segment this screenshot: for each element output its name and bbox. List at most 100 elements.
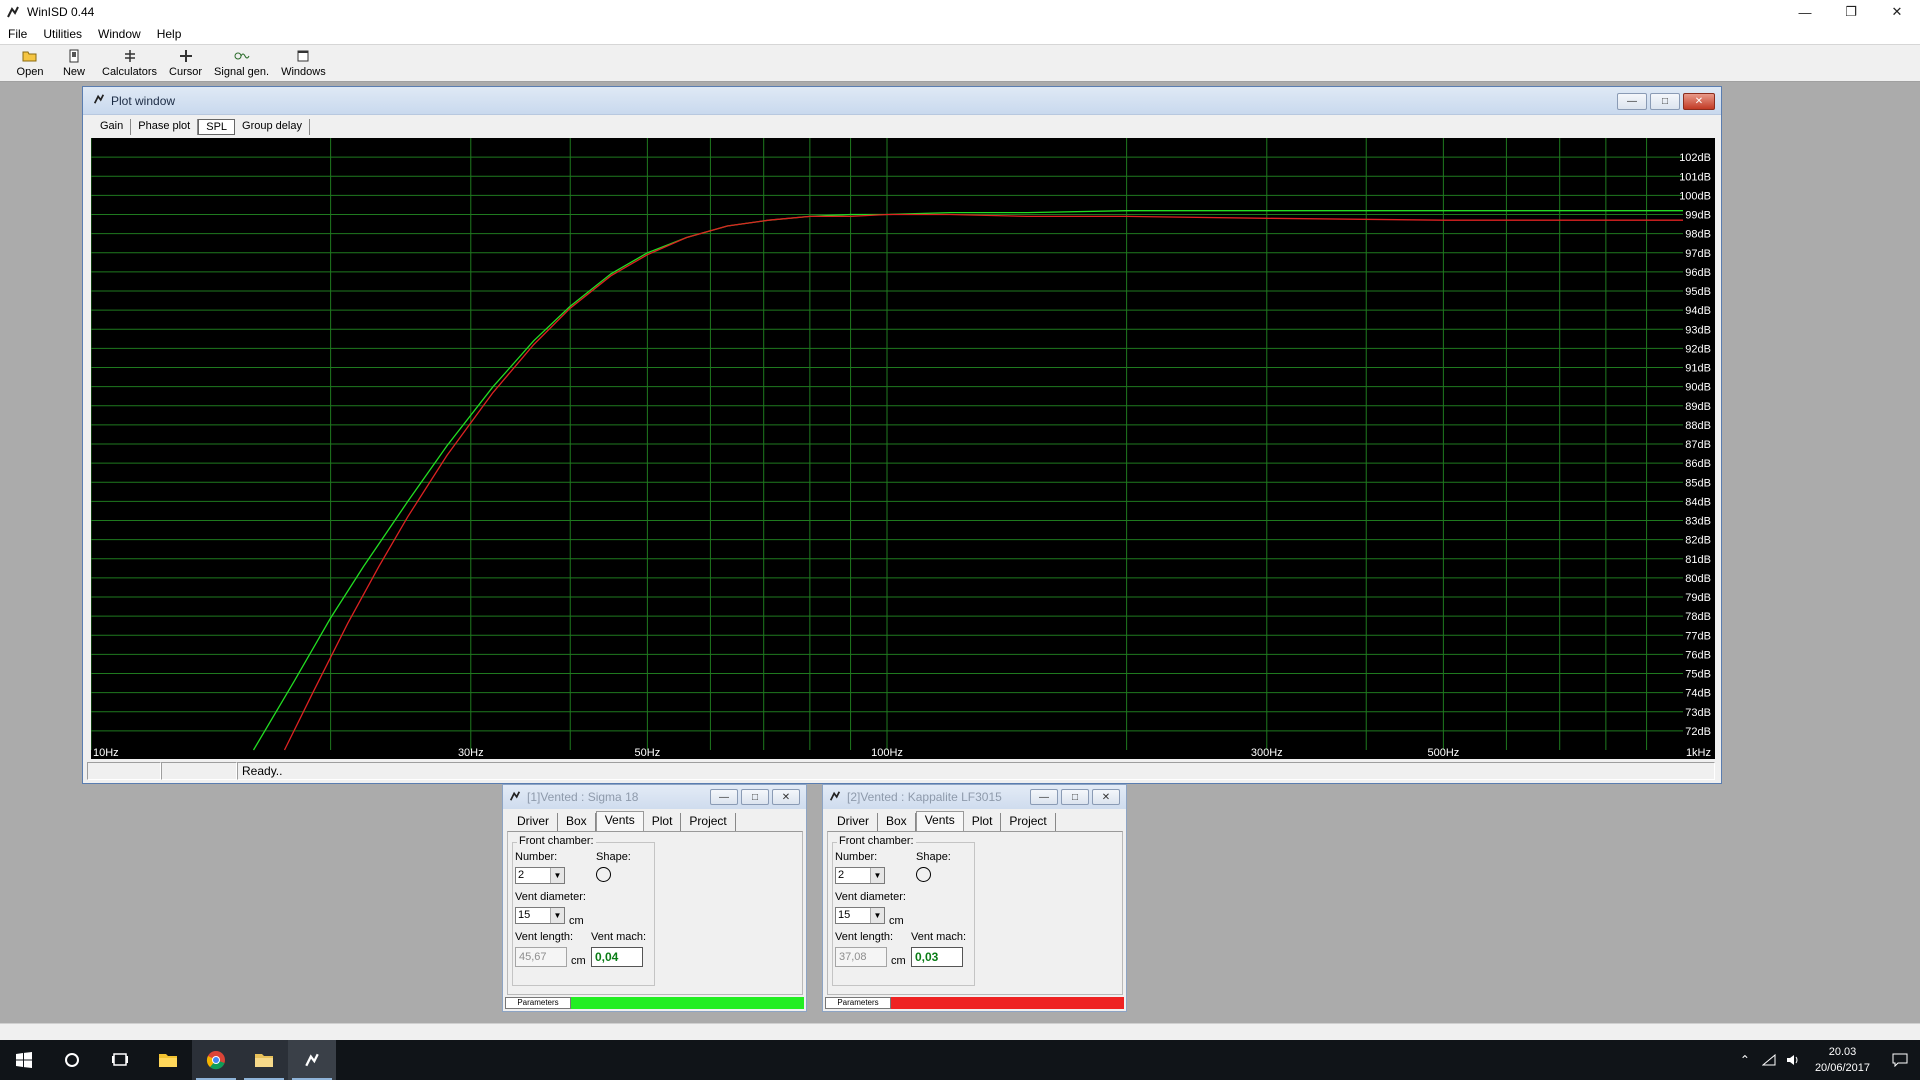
vent-mach-field: 0,03 (911, 947, 963, 967)
windows-start-icon[interactable] (0, 1040, 48, 1080)
box-window-1-titlebar[interactable]: [1]Vented : Sigma 18 — □ ✕ (503, 785, 806, 809)
task-view-icon[interactable] (96, 1040, 144, 1080)
winisd-window-icon (509, 790, 521, 805)
front-chamber-group: Front chamber: Number: 2 ▼ Shape: Vent d… (832, 835, 975, 986)
y-tick-label: 102dB (1679, 152, 1711, 164)
tab-plot[interactable]: Plot (964, 813, 1002, 831)
vent-diameter-select[interactable]: 15 ▼ (835, 907, 885, 924)
x-tick-label: 30Hz (458, 747, 484, 759)
tab-driver[interactable]: Driver (829, 813, 878, 831)
chrome-icon[interactable] (192, 1040, 240, 1080)
y-tick-label: 98dB (1685, 229, 1711, 241)
close-icon[interactable]: ✕ (1683, 93, 1715, 110)
chevron-up-icon[interactable]: ⌃ (1733, 1053, 1757, 1067)
network-icon[interactable] (1757, 1054, 1781, 1066)
number-value: 2 (838, 869, 845, 881)
shape-label: Shape: (916, 851, 951, 863)
chevron-down-icon[interactable]: ▼ (550, 868, 564, 883)
windows-button[interactable]: Windows (275, 45, 332, 78)
chevron-down-icon[interactable]: ▼ (550, 908, 564, 923)
box-window-2-titlebar[interactable]: [2]Vented : Kappalite LF3015 — □ ✕ (823, 785, 1126, 809)
tab-vents[interactable]: Vents (915, 811, 964, 831)
minimize-icon[interactable]: — (1617, 93, 1647, 110)
maximize-icon[interactable]: □ (1650, 93, 1680, 110)
app-statusbar (0, 1023, 1920, 1041)
vent-mach-label: Vent mach: (911, 931, 967, 943)
y-tick-label: 78dB (1685, 611, 1711, 623)
menu-window[interactable]: Window (90, 27, 149, 41)
box-window-1: [1]Vented : Sigma 18 — □ ✕ Driver Box Ve… (502, 784, 807, 1012)
restore-icon[interactable]: ❐ (1828, 0, 1874, 24)
system-tray: ⌃ 20.03 20/06/2017 (1733, 1040, 1920, 1080)
search-circle-icon[interactable] (48, 1040, 96, 1080)
open-button[interactable]: Open (8, 45, 52, 78)
spl-curve-green (252, 210, 1683, 751)
number-select[interactable]: 2 ▼ (515, 867, 565, 884)
signal-gen-label: Signal gen. (214, 66, 270, 78)
number-value: 2 (518, 869, 525, 881)
tab-gain[interactable]: Gain (93, 119, 132, 135)
plot-window-titlebar[interactable]: Plot window — □ ✕ (83, 87, 1721, 115)
circle-shape-icon[interactable] (596, 867, 611, 882)
status-cell-2 (161, 762, 237, 780)
tab-group-delay[interactable]: Group delay (235, 119, 310, 135)
winisd-icon[interactable] (288, 1040, 336, 1080)
close-icon[interactable]: ✕ (772, 789, 800, 805)
y-tick-label: 97dB (1685, 248, 1711, 260)
y-tick-label: 81dB (1685, 554, 1711, 566)
status-cell-1 (87, 762, 161, 780)
tab-plot[interactable]: Plot (644, 813, 682, 831)
number-select[interactable]: 2 ▼ (835, 867, 885, 884)
tab-project[interactable]: Project (681, 813, 736, 831)
maximize-icon[interactable]: □ (741, 789, 769, 805)
minimize-icon[interactable]: — (710, 789, 738, 805)
notification-icon[interactable] (1880, 1053, 1920, 1067)
clock-date: 20/06/2017 (1814, 1062, 1870, 1074)
signal-gen-button[interactable]: Signal gen. (208, 45, 275, 78)
y-tick-label: 91dB (1685, 363, 1711, 375)
volume-icon[interactable] (1781, 1054, 1805, 1066)
plot-statusbar: Ready.. (87, 762, 1717, 780)
y-tick-label: 74dB (1685, 688, 1711, 700)
menu-help[interactable]: Help (149, 27, 190, 41)
crosshair-cursor-icon (179, 47, 193, 65)
vent-diameter-select[interactable]: 15 ▼ (515, 907, 565, 924)
y-tick-label: 73dB (1685, 707, 1711, 719)
tab-vents[interactable]: Vents (595, 811, 644, 831)
tab-phase-plot[interactable]: Phase plot (131, 119, 199, 135)
number-label: Number: (515, 851, 558, 863)
minimize-icon[interactable]: — (1782, 0, 1828, 24)
file-explorer-icon[interactable] (144, 1040, 192, 1080)
parameters-tab[interactable]: Parameters (825, 997, 891, 1009)
calculators-label: Calculators (102, 66, 158, 78)
menu-file[interactable]: File (0, 27, 35, 41)
chevron-down-icon[interactable]: ▼ (870, 908, 884, 923)
spl-plot-area[interactable]: 102dB 101dB 100dB 99dB 98dB 97dB 96dB 95dB 94dB 9… (91, 138, 1715, 759)
front-chamber-group: Front chamber: Number: 2 ▼ Shape: Vent d… (512, 835, 655, 986)
circle-shape-icon[interactable] (916, 867, 931, 882)
y-tick-label: 94dB (1685, 305, 1711, 317)
tab-driver[interactable]: Driver (509, 813, 558, 831)
folder-icon[interactable] (240, 1040, 288, 1080)
maximize-icon[interactable]: □ (1061, 789, 1089, 805)
new-button[interactable]: New (52, 45, 96, 78)
minimize-icon[interactable]: — (1030, 789, 1058, 805)
app-titlebar: WinISD 0.44 — ❐ ✕ (0, 0, 1920, 24)
taskbar: ⌃ 20.03 20/06/2017 (0, 1040, 1920, 1080)
cursor-button[interactable]: Cursor (163, 45, 208, 78)
close-icon[interactable]: ✕ (1874, 0, 1920, 24)
calculators-button[interactable]: Calculators (96, 45, 163, 78)
plot-window: Plot window — □ ✕ Gain Phase plot SPL Gr… (82, 86, 1722, 784)
tab-box[interactable]: Box (558, 813, 596, 831)
number-label: Number: (835, 851, 878, 863)
chevron-down-icon[interactable]: ▼ (870, 868, 884, 883)
close-icon[interactable]: ✕ (1092, 789, 1120, 805)
tab-spl[interactable]: SPL (198, 119, 236, 135)
tab-box[interactable]: Box (878, 813, 916, 831)
parameters-tab[interactable]: Parameters (505, 997, 571, 1009)
taskbar-clock[interactable]: 20.03 20/06/2017 (1805, 1044, 1880, 1076)
vents-panel: Front chamber: Number: 2 ▼ Shape: Vent d… (507, 831, 803, 995)
tab-project[interactable]: Project (1001, 813, 1056, 831)
menu-utilities[interactable]: Utilities (35, 27, 90, 41)
y-tick-label: 95dB (1685, 286, 1711, 298)
